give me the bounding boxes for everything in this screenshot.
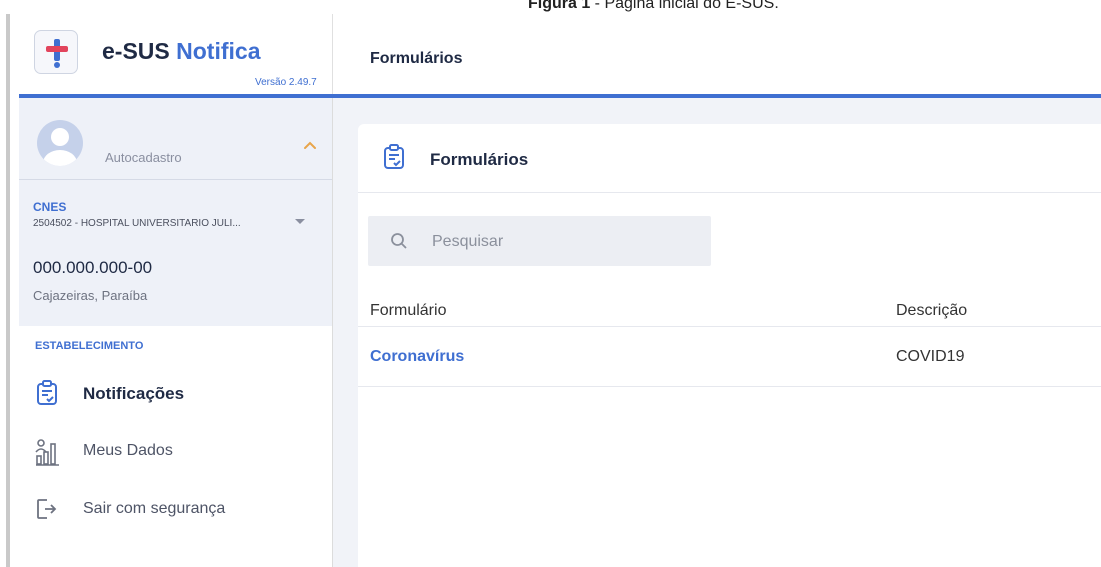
nav-label-notificacoes: Notificações <box>83 384 185 403</box>
avatar <box>37 120 83 166</box>
nav-label-meus-dados: Meus Dados <box>83 442 173 459</box>
page-title: Formulários <box>370 50 463 67</box>
user-document: 000.000.000-00 <box>33 258 153 277</box>
cnes-label: CNES <box>33 200 67 214</box>
column-header-descricao[interactable]: Descrição <box>896 302 967 320</box>
search-box[interactable] <box>368 216 711 266</box>
header-divider <box>332 14 333 96</box>
card-title: Formulários <box>430 150 529 169</box>
brand-part-2: Notifica <box>176 38 261 64</box>
nav-label-sair: Sair com segurança <box>83 500 226 517</box>
caret-down-icon[interactable] <box>294 218 306 226</box>
search-input[interactable] <box>430 229 694 255</box>
app-logo[interactable] <box>34 30 78 74</box>
table-header-divider <box>358 326 1101 327</box>
chart-person-icon <box>35 439 59 466</box>
user-panel: Autocadastro CNES 2504502 - HOSPITAL UNI… <box>19 98 332 326</box>
search-icon <box>391 233 407 249</box>
column-header-formulario[interactable]: Formulário <box>370 302 446 320</box>
user-profile-toggle[interactable]: Autocadastro <box>19 98 332 180</box>
card-header: Formulários <box>358 124 1101 193</box>
forms-card: Formulários Formulário Descrição Coronav… <box>358 124 1101 567</box>
clipboard-check-icon <box>37 380 57 405</box>
user-name: Autocadastro <box>105 150 182 165</box>
figure-caption-prefix: Figura 1 <box>528 0 591 12</box>
brand-part-1: e-SUS <box>102 38 170 64</box>
cnes-select[interactable]: 2504502 - HOSPITAL UNIVERSITARIO JULI... <box>33 218 241 229</box>
cross-logo-icon <box>46 39 68 68</box>
figure-caption-text: - Página inicial do E-SUS. <box>590 0 779 12</box>
chevron-up-icon[interactable] <box>303 140 317 150</box>
left-border-bar <box>6 14 10 567</box>
nav-section-label: ESTABELECIMENTO <box>35 340 144 352</box>
form-link-coronavirus[interactable]: Coronavírus <box>370 348 464 366</box>
clipboard-check-icon <box>384 144 404 169</box>
app-brand: e-SUS Notifica <box>102 38 260 64</box>
form-description: COVID19 <box>896 348 965 365</box>
table-row-divider <box>358 386 1101 387</box>
app-version: Versão 2.49.7 <box>255 77 317 88</box>
figure-caption: Figura 1 - Página inicial do E-SUS. <box>528 0 779 14</box>
user-location: Cajazeiras, Paraíba <box>33 288 148 303</box>
logout-icon <box>37 499 57 519</box>
